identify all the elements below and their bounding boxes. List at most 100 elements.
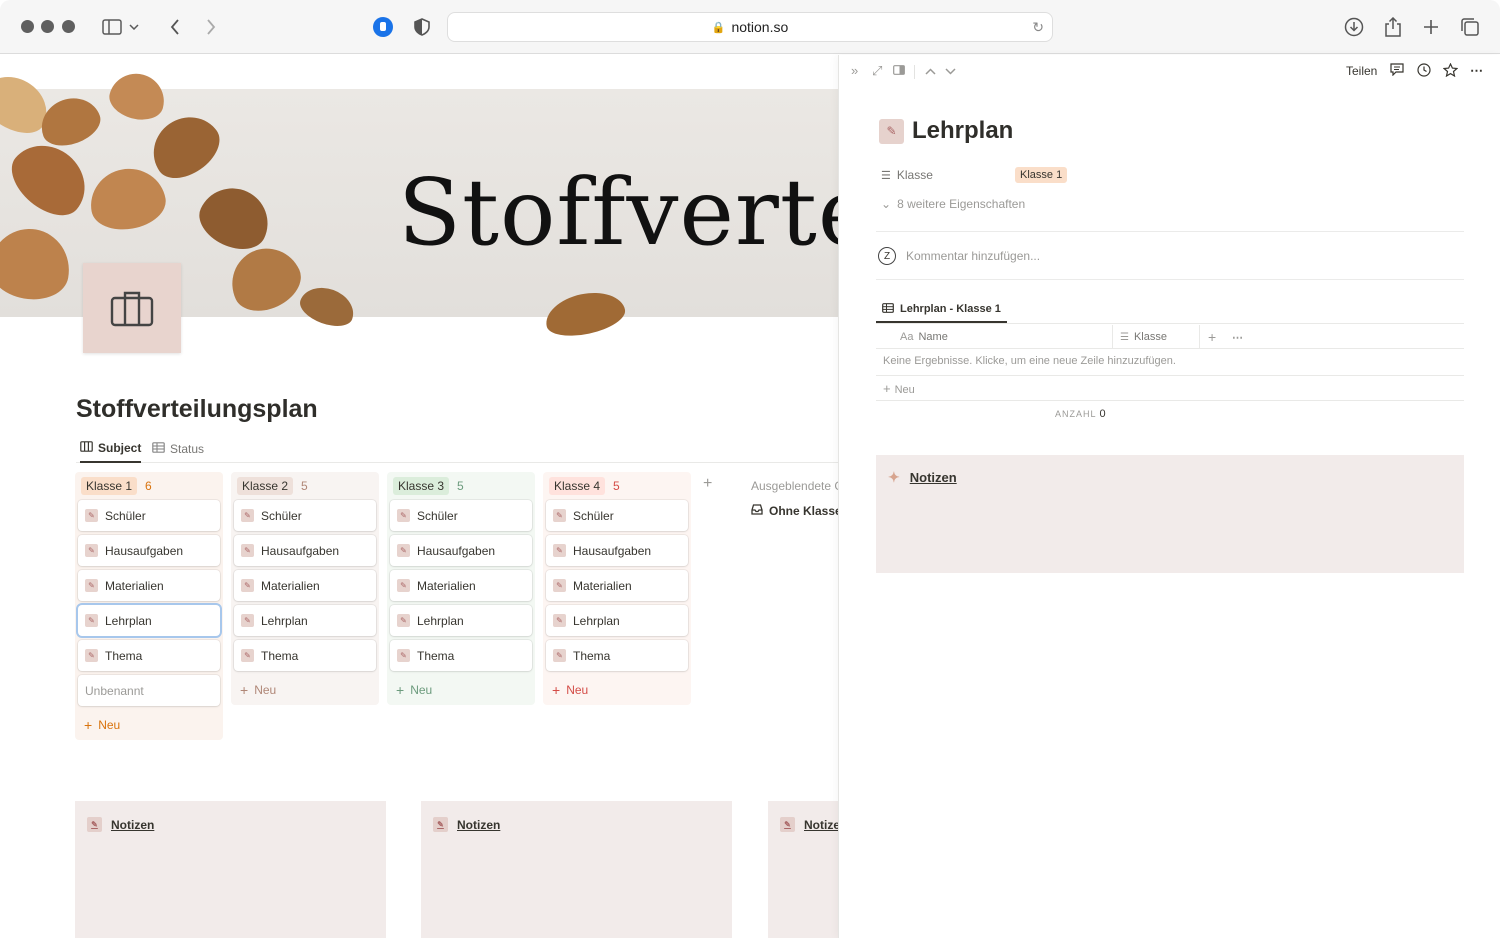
board-card[interactable]: ✎ Materialien: [234, 570, 376, 601]
new-card-label: Neu: [254, 683, 277, 697]
page-icon[interactable]: ✎: [879, 118, 904, 144]
column-header[interactable]: Klasse 2 5: [231, 472, 379, 500]
add-column-button[interactable]: +: [1208, 325, 1216, 349]
divider: [876, 400, 1464, 401]
board-card[interactable]: ✎ Hausaufgaben: [78, 535, 220, 566]
share-icon[interactable]: [1380, 14, 1406, 40]
star-icon[interactable]: [1442, 62, 1459, 80]
reload-icon[interactable]: ↻: [1032, 19, 1044, 36]
zoom-window-button[interactable]: [62, 20, 75, 33]
board-card[interactable]: ✎ Hausaufgaben: [546, 535, 688, 566]
peek-page-title[interactable]: Lehrplan: [912, 117, 1013, 145]
tab-database-view[interactable]: Lehrplan - Klasse 1: [876, 297, 1007, 323]
new-tab-icon[interactable]: [1418, 14, 1444, 40]
column-header[interactable]: Klasse 4 5: [543, 472, 691, 500]
board-card[interactable]: ✎ Materialien: [546, 570, 688, 601]
back-icon[interactable]: [162, 14, 188, 40]
column-header[interactable]: Klasse 3 5: [387, 472, 535, 500]
board-card[interactable]: ✎ Thema: [546, 640, 688, 671]
tabs-overview-icon[interactable]: [1457, 14, 1483, 40]
card-title: Materialien: [417, 578, 476, 593]
notes-link[interactable]: Notizen: [457, 818, 500, 832]
text-type-icon: Aa: [900, 331, 914, 343]
sidebar-icon[interactable]: [99, 14, 125, 40]
card-title: Hausaufgaben: [105, 543, 184, 558]
more-properties-toggle[interactable]: ⌄ 8 weitere Eigenschaften: [881, 197, 1025, 211]
share-button[interactable]: Teilen: [1346, 64, 1377, 78]
forward-icon[interactable]: [198, 14, 224, 40]
new-card-button[interactable]: + Neu: [387, 675, 535, 705]
comment-input[interactable]: Kommentar hinzufügen...: [906, 249, 1040, 263]
board-card[interactable]: ✎ Materialien: [390, 570, 532, 601]
peek-mode-icon[interactable]: [893, 63, 905, 78]
board-card[interactable]: ✎ Lehrplan: [78, 605, 220, 636]
empty-state-text[interactable]: Keine Ergebnisse. Klicke, um eine neue Z…: [883, 355, 1176, 367]
board-card[interactable]: ✎ Thema: [78, 640, 220, 671]
notes-link[interactable]: Notizen: [111, 818, 154, 832]
add-group-button[interactable]: +: [703, 475, 712, 493]
hand-extension-icon[interactable]: [370, 14, 396, 40]
column-header-name[interactable]: Aa Name: [900, 325, 948, 349]
briefcase-icon[interactable]: [83, 263, 181, 353]
group-count: 5: [301, 479, 308, 493]
new-row-button[interactable]: + Neu: [883, 381, 915, 396]
more-icon[interactable]: ⋯: [1470, 63, 1484, 79]
chevron-up-icon[interactable]: [925, 63, 936, 78]
comment-icon[interactable]: [1390, 63, 1404, 79]
notes-link[interactable]: Notize: [804, 818, 838, 832]
notes-callout[interactable]: ✎ Notize: [768, 801, 838, 938]
address-bar[interactable]: 🔒 notion.so ↻: [447, 12, 1053, 42]
board-card[interactable]: ✎ Lehrplan: [234, 605, 376, 636]
board-card[interactable]: ✎ Lehrplan: [546, 605, 688, 636]
tab-status[interactable]: Status: [152, 435, 204, 463]
column-header-klasse[interactable]: ☰ Klasse: [1120, 325, 1167, 349]
divider: [876, 279, 1464, 280]
expand-icon[interactable]: ⤢: [872, 63, 882, 79]
notes-callout[interactable]: ✦ Notizen: [876, 455, 1464, 573]
minimize-window-button[interactable]: [41, 20, 54, 33]
download-icon[interactable]: [1341, 14, 1367, 40]
board-card[interactable]: ✎ Materialien: [78, 570, 220, 601]
close-peek-icon[interactable]: »: [851, 63, 858, 78]
browser-toolbar: 🔒 notion.so ↻: [0, 0, 1500, 54]
count-summary[interactable]: ANZAHL 0: [1055, 408, 1106, 420]
board-card[interactable]: ✎ Schüler: [546, 500, 688, 531]
page-icon: ✎: [397, 579, 410, 592]
board-column: Klasse 4 5 ✎ Schüler ✎ Hausaufgaben ✎ Materiali…: [543, 472, 691, 705]
notes-link[interactable]: Notizen: [910, 470, 957, 485]
board-card[interactable]: Unbenannt: [78, 675, 220, 706]
page-icon: ✎: [397, 649, 410, 662]
board-card[interactable]: ✎ Hausaufgaben: [234, 535, 376, 566]
property-value-tag[interactable]: Klasse 1: [1015, 167, 1068, 183]
shield-icon[interactable]: [409, 14, 435, 40]
notes-callout[interactable]: ✎ Notizen: [421, 801, 732, 938]
board-card[interactable]: ✎ Schüler: [234, 500, 376, 531]
close-window-button[interactable]: [21, 20, 34, 33]
comment-row[interactable]: Z Kommentar hinzufügen...: [878, 247, 1040, 265]
page-icon: ✎: [553, 649, 566, 662]
board-card[interactable]: ✎ Lehrplan: [390, 605, 532, 636]
new-card-button[interactable]: + Neu: [231, 675, 379, 705]
leaf-shape: [0, 222, 76, 306]
tab-subject[interactable]: Subject: [80, 435, 142, 463]
chevron-down-icon[interactable]: [945, 63, 956, 78]
board-card[interactable]: ✎ Hausaufgaben: [390, 535, 532, 566]
board-card[interactable]: ✎ Thema: [234, 640, 376, 671]
chevron-down-icon[interactable]: [127, 14, 141, 40]
board-card[interactable]: ✎ Schüler: [390, 500, 532, 531]
history-icon[interactable]: [1417, 63, 1431, 80]
more-icon[interactable]: ⋯: [1232, 325, 1243, 349]
sparkle-icon: ✦: [888, 469, 900, 485]
notes-callout[interactable]: ✎ Notizen: [75, 801, 386, 938]
page-icon: ✎: [553, 614, 566, 627]
card-title: Thema: [417, 648, 455, 663]
column-header[interactable]: Klasse 1 6: [75, 472, 223, 500]
hidden-group-ohne-klasse[interactable]: Ohne Klasse: [751, 504, 838, 518]
card-title: Thema: [261, 648, 299, 663]
board-card[interactable]: ✎ Schüler: [78, 500, 220, 531]
more-properties-label: 8 weitere Eigenschaften: [897, 197, 1026, 211]
board-card[interactable]: ✎ Thema: [390, 640, 532, 671]
page-icon: ✎: [241, 649, 254, 662]
new-card-button[interactable]: + Neu: [75, 710, 223, 740]
new-card-button[interactable]: + Neu: [543, 675, 691, 705]
